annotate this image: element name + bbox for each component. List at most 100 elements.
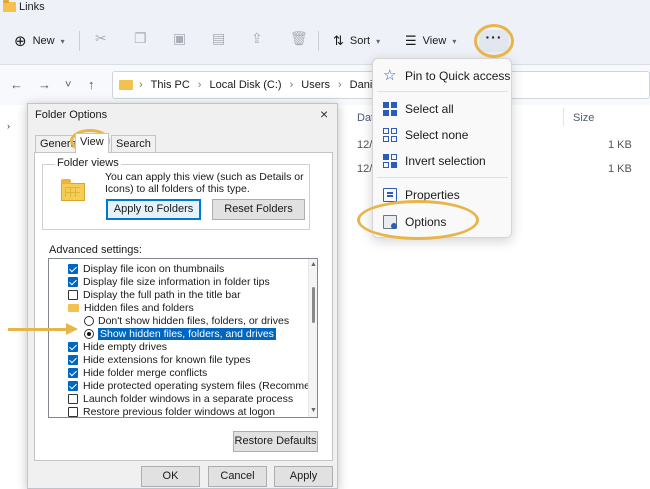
setting-checkbox-row[interactable]: Hide empty drives — [68, 340, 167, 353]
breadcrumb-item[interactable]: Users — [301, 79, 330, 91]
menu-divider — [377, 177, 508, 178]
select-none-icon — [383, 128, 397, 142]
column-header-size[interactable]: Size — [573, 112, 594, 124]
chevron-down-icon: ▾ — [60, 36, 65, 46]
checkbox-unchecked[interactable] — [68, 406, 78, 417]
menu-item-select-none[interactable]: Select none — [373, 124, 511, 146]
setting-label: Don't show hidden files, folders, or dri… — [98, 314, 290, 327]
invert-selection-icon — [383, 154, 397, 168]
setting-checkbox-row[interactable]: Restore previous folder windows at logon — [68, 405, 275, 417]
share-icon[interactable]: ⇪ — [251, 30, 263, 47]
folder-options-dialog: Folder Options × General View Search Fol… — [27, 103, 338, 489]
sort-button[interactable]: ⇅ Sort ▾ — [333, 32, 380, 50]
column-divider[interactable] — [563, 108, 564, 126]
checkbox-checked[interactable] — [68, 367, 78, 378]
forward-arrow-icon[interactable]: → — [38, 77, 51, 92]
setting-group-row: Hidden files and folders — [68, 301, 194, 314]
folder-views-description: You can apply this view (such as Details… — [105, 171, 304, 195]
setting-checkbox-row[interactable]: Launch folder windows in a separate proc… — [68, 392, 293, 405]
breadcrumb-item[interactable]: Local Disk (C:) — [209, 79, 281, 91]
setting-label: Hide extensions for known file types — [83, 353, 251, 366]
scrollbar-thumb[interactable] — [312, 287, 315, 323]
cancel-button[interactable]: Cancel — [208, 466, 267, 487]
explorer-titlebar: Links — [0, 0, 650, 18]
tab-search[interactable]: Search — [111, 135, 156, 152]
pin-star-icon: ☆ — [383, 67, 397, 84]
radio-selected[interactable] — [84, 328, 94, 339]
folder-views-icon — [61, 179, 85, 201]
advanced-settings-list[interactable]: Display file icon on thumbnails Display … — [48, 258, 318, 418]
properties-icon — [383, 188, 397, 202]
setting-checkbox-row[interactable]: Display file size information in folder … — [68, 275, 270, 288]
row-size: 1 KB — [608, 139, 632, 151]
close-icon[interactable]: × — [320, 106, 328, 122]
back-arrow-icon[interactable]: ← — [10, 77, 23, 92]
checkbox-checked[interactable] — [68, 341, 78, 352]
restore-defaults-button[interactable]: Restore Defaults — [233, 431, 318, 452]
rename-icon[interactable]: ▤ — [212, 30, 225, 47]
plus-circle-icon: ⊕ — [14, 33, 27, 50]
apply-button[interactable]: Apply — [274, 466, 333, 487]
row-size: 1 KB — [608, 163, 632, 175]
setting-label: Hide folder merge conflicts — [83, 366, 208, 379]
scroll-down-icon[interactable]: ▼ — [310, 407, 317, 414]
expand-chevron-icon[interactable]: › — [7, 121, 10, 131]
checkbox-unchecked[interactable] — [68, 289, 78, 300]
folder-icon — [3, 0, 16, 12]
cut-icon[interactable]: ✂ — [95, 30, 107, 47]
setting-label: Display file size information in folder … — [83, 275, 270, 288]
checkbox-checked[interactable] — [68, 354, 78, 365]
copy-icon[interactable]: ❐ — [134, 30, 147, 47]
apply-to-folders-button[interactable]: Apply to Folders — [106, 199, 201, 220]
command-bar: ⊕ New ▾ ✂ ❐ ▣ ▤ ⇪ 🗑 ⇅ Sort ▾ ☰ View ▾ — [0, 18, 650, 65]
breadcrumb-item[interactable]: This PC — [151, 79, 190, 91]
scroll-up-icon[interactable]: ▲ — [310, 261, 317, 268]
window-title: Links — [19, 1, 45, 13]
checkbox-checked[interactable] — [68, 263, 78, 274]
setting-checkbox-row[interactable]: Hide extensions for known file types — [68, 353, 251, 366]
select-all-icon — [383, 102, 397, 116]
ok-button[interactable]: OK — [141, 466, 200, 487]
address-bar-row: ← → ˅ ↑ › This PC › Local Disk (C:) › Us… — [0, 65, 650, 105]
menu-item-label: Invert selection — [405, 154, 486, 168]
folder-views-label: Folder views — [55, 157, 121, 169]
view-list-icon: ☰ — [405, 33, 417, 48]
new-label: New — [32, 35, 55, 47]
setting-radio-row[interactable]: Don't show hidden files, folders, or dri… — [84, 314, 289, 327]
view-label: View — [422, 35, 447, 47]
paste-icon[interactable]: ▣ — [173, 30, 186, 47]
menu-divider — [377, 91, 508, 92]
tab-view[interactable]: View — [75, 133, 109, 153]
setting-checkbox-row[interactable]: Display file icon on thumbnails — [68, 262, 224, 275]
recent-locations-icon[interactable]: ˅ — [65, 79, 71, 91]
folder-icon — [68, 303, 79, 312]
sort-label: Sort — [349, 35, 371, 47]
setting-label: Display file icon on thumbnails — [83, 262, 225, 275]
menu-item-label: Pin to Quick access — [405, 69, 511, 83]
view-button[interactable]: ☰ View ▾ — [405, 32, 456, 50]
menu-item-select-all[interactable]: Select all — [373, 98, 511, 120]
menu-item-pin-to-quick-access[interactable]: ☆ Pin to Quick access — [373, 65, 511, 87]
menu-item-label: Select none — [405, 128, 469, 142]
reset-folders-button[interactable]: Reset Folders — [212, 199, 305, 220]
setting-radio-row-selected[interactable]: Show hidden files, folders, and drives — [84, 327, 276, 340]
checkbox-checked[interactable] — [68, 276, 78, 287]
highlight-ring-more-button — [474, 24, 514, 58]
breadcrumb: › This PC › Local Disk (C:) › Users › Da… — [139, 79, 407, 91]
highlight-ring-options — [357, 200, 479, 240]
delete-icon[interactable]: 🗑 — [290, 30, 308, 47]
new-button[interactable]: ⊕ New ▾ — [14, 32, 65, 50]
radio-unselected[interactable] — [84, 315, 94, 326]
setting-checkbox-row[interactable]: Hide folder merge conflicts — [68, 366, 207, 379]
checkbox-checked[interactable] — [68, 380, 78, 391]
checkbox-unchecked[interactable] — [68, 393, 78, 404]
sort-icon: ⇅ — [333, 33, 344, 48]
setting-checkbox-row[interactable]: Display the full path in the title bar — [68, 288, 241, 301]
setting-checkbox-row[interactable]: Hide protected operating system files (R… — [68, 379, 318, 392]
pointer-arrow-head — [66, 323, 78, 335]
menu-item-invert-selection[interactable]: Invert selection — [373, 150, 511, 172]
list-scrollbar[interactable]: ▲ ▼ — [308, 259, 317, 417]
up-arrow-icon[interactable]: ↑ — [88, 77, 95, 92]
chevron-down-icon: ▾ — [376, 36, 381, 46]
setting-label: Hide protected operating system files (R… — [83, 379, 318, 392]
